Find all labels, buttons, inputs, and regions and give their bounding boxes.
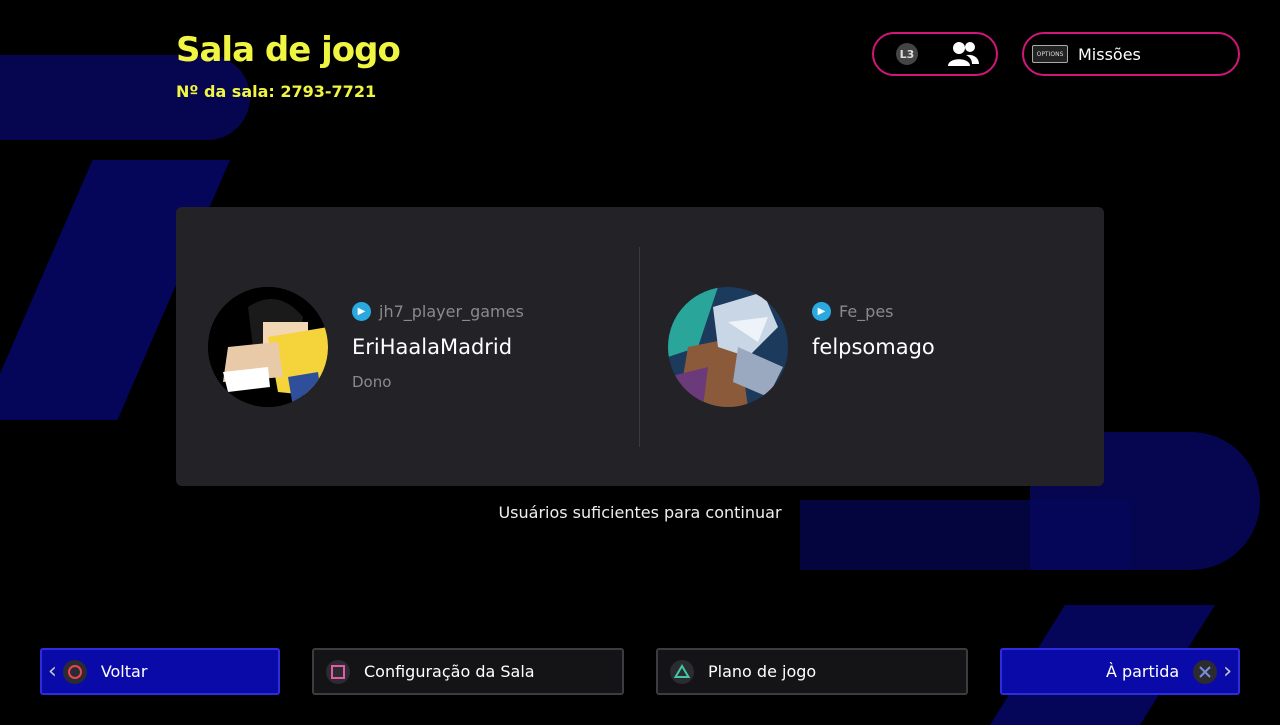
game-plan-label: Plano de jogo [708,662,817,681]
psn-id: Fe_pes [839,302,894,321]
avatar-image [208,287,328,407]
chevron-right-icon: › [1223,659,1232,684]
avatar-image [668,287,788,407]
circle-button-icon [62,659,87,684]
players-panel: ▶ jh7_player_games EriHaalaMadrid Dono ▶… [176,207,1104,486]
back-button[interactable]: ‹ Voltar [40,648,280,695]
playstation-icon: ▶ [352,302,371,321]
chevron-left-icon: ‹ [48,659,57,684]
room-settings-label: Configuração da Sala [364,662,535,681]
to-match-button[interactable]: À partida › [1000,648,1240,695]
psn-id-row: ▶ jh7_player_games [352,302,524,321]
options-key-hint: OPTIONS [1032,45,1068,63]
game-plan-button[interactable]: Plano de jogo [656,648,968,695]
player-name: EriHaalaMadrid [352,335,513,359]
missions-label: Missões [1078,44,1141,64]
square-button-icon [326,659,350,684]
player-name: felpsomago [812,335,935,359]
friends-icon [948,42,979,66]
to-match-label: À partida [1105,662,1180,681]
room-settings-button[interactable]: Configuração da Sala [312,648,624,695]
playstation-icon: ▶ [812,302,831,321]
player-role: Dono [352,373,392,391]
psn-id: jh7_player_games [379,302,524,321]
player-avatar [208,287,328,407]
back-label: Voltar [100,662,148,681]
page-title: Sala de jogo [176,30,401,70]
friends-button[interactable]: L3 [872,32,998,76]
l3-key-hint: L3 [896,43,918,65]
divider [639,247,640,447]
missions-button[interactable]: OPTIONS Missões [1022,32,1240,76]
room-number: Nº da sala: 2793-7721 [176,82,377,101]
status-text: Usuários suficientes para continuar [498,503,782,522]
player-avatar [668,287,788,407]
psn-id-row: ▶ Fe_pes [812,302,894,321]
triangle-button-icon [670,659,694,684]
cross-button-icon [1193,659,1218,684]
